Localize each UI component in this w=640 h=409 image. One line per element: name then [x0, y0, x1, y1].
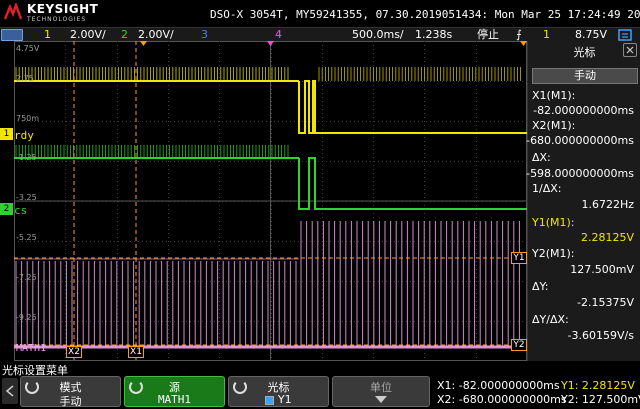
level-label: 750m [16, 114, 40, 123]
units-softkey-title: 单位 [370, 381, 392, 394]
y2-marker[interactable]: Y2 [511, 339, 527, 351]
cursor-mode-button[interactable]: 手动 [532, 68, 638, 84]
mode-softkey[interactable]: 模式 手动 [20, 376, 121, 408]
lan-icon [618, 29, 632, 41]
level-label: 4.75V [16, 44, 40, 53]
close-icon[interactable] [623, 43, 637, 57]
dy-value: -2.15375V [577, 296, 634, 309]
units-softkey[interactable]: 单位 [332, 376, 430, 407]
ch2-label: cs [14, 204, 28, 217]
trigger-level[interactable]: 8.75V [575, 28, 607, 42]
level-label: -7.25 [16, 273, 37, 282]
cursor-softkey-value-row: Y1 [229, 393, 328, 406]
ch2-ground-marker[interactable]: 2 [0, 203, 13, 215]
dydx-value: -3.60159V/s [567, 329, 634, 342]
channel-status-bar: 1 2.00V/ 2 2.00V/ 3 4 500.0ms/ 1.238s 停止… [0, 27, 640, 41]
trigger-channel[interactable]: 1 [543, 28, 550, 42]
ch4-number[interactable]: 4 [275, 28, 282, 42]
y1-value: 2.28125V [580, 231, 634, 244]
ch3-number[interactable]: 3 [201, 28, 208, 42]
graticule [14, 41, 527, 361]
inv-dx-value: 1.6722Hz [581, 198, 634, 211]
level-label: 2.75 [16, 74, 34, 83]
timebase[interactable]: 500.0ms/ [352, 28, 404, 42]
checkbox-icon [265, 395, 275, 405]
readout-y1: Y1: 2.28125V [561, 379, 635, 392]
level-label: -1.25 [16, 153, 37, 162]
x1-marker[interactable]: X1 [128, 346, 144, 358]
keysight-logo-icon [4, 3, 22, 20]
brand-name: KEYSIGHT [27, 2, 99, 16]
dx-value: -598.000000000ms [526, 167, 634, 180]
x1-value: -82.000000000ms [533, 104, 634, 117]
level-label: -3.25 [16, 193, 37, 202]
source-softkey[interactable]: 源 MATH1 [124, 376, 225, 407]
dy-label: ΔY: [532, 280, 549, 293]
inv-dx-label: 1/ΔX: [532, 182, 562, 195]
model-info: DSO-X 3054T, MY59241355, 07.30.201905143… [210, 8, 640, 21]
y1-label: Y1(M1): [532, 216, 575, 229]
cursor-softkey[interactable]: 光标 Y1 [228, 376, 329, 407]
cursor-readout: X1: -82.000000000ms Y1: 2.28125V X2: -68… [433, 376, 640, 407]
waveform-display[interactable]: 4.75V 2.75 750m -1.25 -3.25 -5.25 -7.25 … [14, 41, 527, 361]
readout-x1: X1: -82.000000000ms [437, 379, 560, 392]
ch1-label: rdy [14, 129, 34, 142]
readout-y2: Y2: 127.500mV [561, 393, 640, 406]
dx-label: ΔX: [532, 151, 551, 164]
delay[interactable]: 1.238s [415, 28, 452, 42]
ch1-number[interactable]: 1 [44, 28, 51, 42]
x2-marker[interactable]: X2 [66, 346, 82, 358]
ch1-ground-marker[interactable]: 1 [0, 128, 13, 140]
x1-label: X1(M1): [532, 89, 576, 102]
brand-subtitle: TECHNOLOGIES [27, 16, 87, 23]
cursor-softkey-value: Y1 [277, 393, 292, 406]
y2-value: 127.500mV [570, 263, 634, 276]
dydx-label: ΔY/ΔX: [532, 313, 569, 326]
y2-label: Y2(M1): [532, 247, 575, 260]
readout-x2: X2: -680.000000000ms [437, 393, 567, 406]
math-label: MATH1 [16, 343, 47, 354]
x2-value: -680.000000000ms [526, 134, 634, 147]
title-bar: KEYSIGHT TECHNOLOGIES DSO-X 3054T, MY592… [0, 0, 640, 27]
run-state[interactable]: 停止 [477, 28, 499, 42]
arrow-down-icon [375, 396, 387, 403]
x2-label: X2(M1): [532, 119, 576, 132]
cursor-panel: 光标 手动 X1(M1): -82.000000000ms X2(M1): -6… [526, 41, 640, 361]
source-softkey-value: MATH1 [157, 393, 192, 406]
softkey-bar: 光标设置菜单 模式 手动 源 MATH1 光标 Y1 单位 X1: -82.00… [0, 361, 640, 409]
trigger-edge-icon: ⨍ [516, 28, 522, 41]
back-button[interactable] [2, 378, 18, 404]
menu-icon[interactable] [1, 29, 23, 41]
mode-softkey-value: 手动 [59, 395, 82, 408]
back-arrow-icon [5, 385, 14, 397]
ch2-scale[interactable]: 2.00V/ [138, 28, 174, 42]
y1-marker[interactable]: Y1 [511, 252, 527, 264]
level-label: -9.25 [16, 313, 37, 322]
level-label: -5.25 [16, 233, 37, 242]
ch2-number[interactable]: 2 [121, 28, 128, 42]
ch1-scale[interactable]: 2.00V/ [70, 28, 106, 42]
